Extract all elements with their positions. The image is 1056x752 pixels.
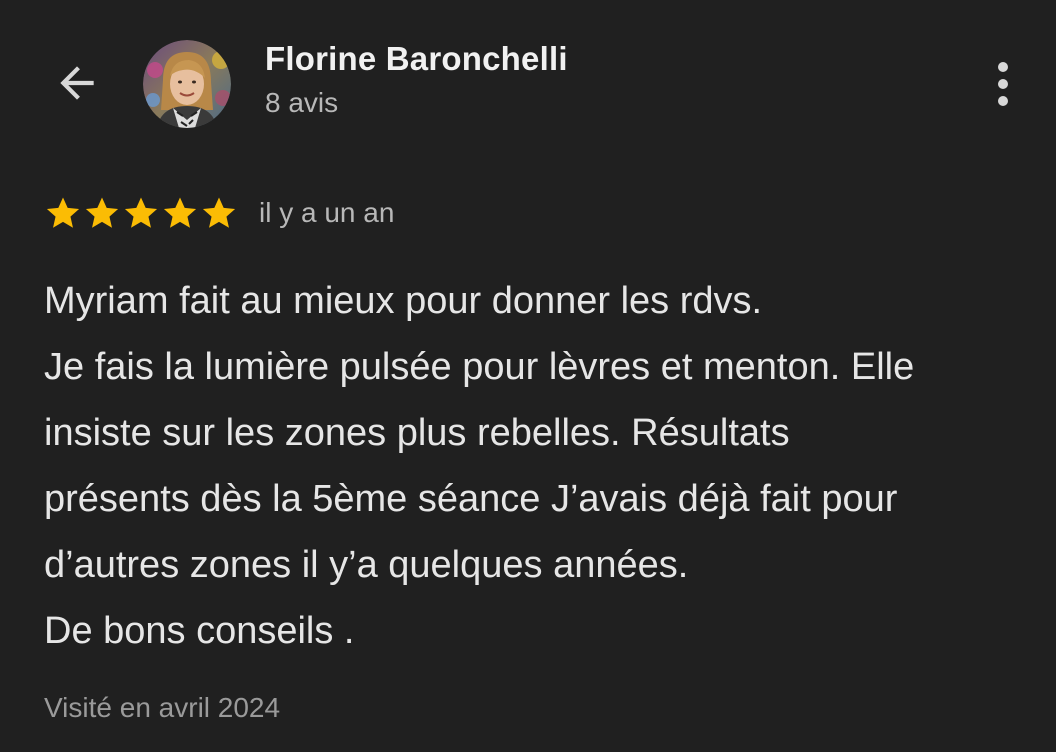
- star-rating: [44, 194, 239, 232]
- review-text: Myriam fait au mieux pour donner les rdv…: [44, 268, 1044, 664]
- star-icon: [46, 197, 80, 228]
- review-text-line: présents dès la 5ème séance J’avais déjà…: [44, 478, 898, 520]
- review-text-line: Je fais la lumière pulsée pour lèvres et…: [44, 346, 915, 388]
- review-date: il y a un an: [259, 197, 395, 228]
- more-vert-icon: [998, 62, 1008, 106]
- more-options-button[interactable]: [978, 54, 1028, 114]
- review-text-line: insiste sur les zones plus rebelles. Rés…: [44, 412, 790, 454]
- star-icon: [163, 197, 197, 228]
- star-icon: [85, 197, 119, 228]
- avatar[interactable]: [143, 40, 231, 128]
- review-text-line: Myriam fait au mieux pour donner les rdv…: [44, 280, 763, 322]
- rating-row: il y a un an: [44, 192, 394, 234]
- star-icon: [202, 197, 236, 228]
- review-text-line: d’autres zones il y’a quelques années.: [44, 544, 689, 586]
- author-name[interactable]: Florine Baronchelli: [265, 40, 568, 78]
- review-count[interactable]: 8 avis: [265, 87, 338, 119]
- review-text-line: De bons conseils .: [44, 610, 355, 652]
- review-header: Florine Baronchelli 8 avis: [0, 0, 1056, 150]
- user-avatar: [143, 40, 231, 128]
- back-button[interactable]: [46, 52, 108, 114]
- visit-date: Visité en avril 2024: [44, 692, 281, 723]
- star-icon: [124, 197, 158, 228]
- arrow-back-icon: [60, 66, 94, 100]
